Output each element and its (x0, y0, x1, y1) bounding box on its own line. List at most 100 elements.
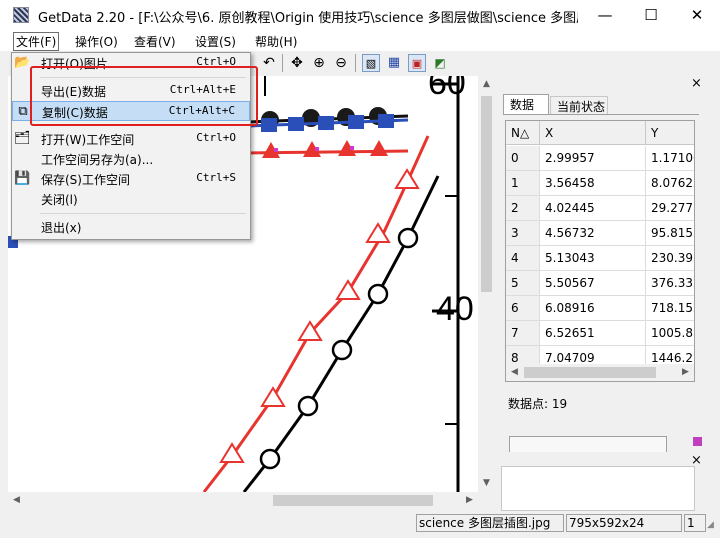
points-count: 数据点: 19 (508, 397, 568, 411)
cell-x[interactable]: 6.52651 (540, 321, 646, 346)
preview-panel: × (497, 453, 707, 511)
canvas-horizontal-scrollbar[interactable]: ◀ ▶ (8, 492, 491, 509)
workspace-icon: 🗂 (14, 131, 31, 146)
table-row[interactable]: 7 6.52651 1005.83 (506, 321, 694, 346)
row-index: 1 (506, 171, 540, 196)
tab-divider (503, 114, 699, 115)
zoom-out-icon[interactable]: ⊖ (332, 54, 350, 72)
preview-area (501, 466, 695, 511)
row-index: 3 (506, 221, 540, 246)
menu-item-shortcut: Ctrl+O (196, 131, 236, 144)
status-filename: science 多图层插图.jpg (416, 514, 564, 532)
tab-data[interactable]: 数据 (503, 94, 549, 114)
row-index: 2 (506, 196, 540, 221)
cell-y[interactable]: 376.332 (646, 271, 694, 296)
status-bar: science 多图层插图.jpg 795x592x24 1 ◢ (0, 512, 720, 538)
scroll-right-icon[interactable]: ▶ (677, 364, 694, 381)
menu-item-close[interactable]: 关闭(l) (12, 189, 250, 209)
minimize-button[interactable]: — (582, 0, 628, 31)
table-scroll-thumb[interactable] (524, 367, 656, 378)
panel-dropdown[interactable] (509, 436, 667, 452)
cell-y[interactable]: 1005.83 (646, 321, 694, 346)
save-icon: 💾 (14, 171, 31, 186)
cell-y[interactable]: 29.277 (646, 196, 694, 221)
row-index: 0 (506, 146, 540, 171)
menu-item-label: 退出(x) (41, 221, 82, 235)
menu-settings[interactable]: 设置(S) (195, 33, 236, 50)
cell-x[interactable]: 3.56458 (540, 171, 646, 196)
menu-help[interactable]: 帮助(H) (255, 33, 297, 50)
table-row[interactable]: 0 2.99957 1.17106 (506, 146, 694, 171)
cell-x[interactable]: 5.13043 (540, 246, 646, 271)
close-button[interactable]: ✕ (674, 0, 720, 31)
column-header-x[interactable]: X (540, 121, 646, 145)
cell-y[interactable]: 1.17106 (646, 146, 694, 171)
column-header-y[interactable]: Y (646, 121, 694, 145)
table-row[interactable]: 5 5.50567 376.332 (506, 271, 694, 296)
menu-item-label: 保存(S)工作空间 (41, 173, 130, 187)
canvas-vertical-scrollbar[interactable]: ▲ ▼ (478, 76, 495, 492)
copy-icon: ⧉ (18, 104, 28, 119)
table-row[interactable]: 2 4.02445 29.277 (506, 196, 694, 221)
status-page: 1 (684, 514, 706, 532)
table-row[interactable]: 4 5.13043 230.393 (506, 246, 694, 271)
menu-operate[interactable]: 操作(O) (75, 33, 118, 50)
cell-x[interactable]: 2.99957 (540, 146, 646, 171)
menu-separator (40, 213, 246, 214)
maximize-button[interactable]: ☐ (628, 0, 674, 31)
pan-icon[interactable]: ✥ (288, 54, 306, 72)
menu-item-exit[interactable]: 退出(x) (12, 217, 250, 237)
menu-item-open-workspace[interactable]: 🗂 打开(W)工作空间 Ctrl+O (12, 129, 250, 149)
data-table[interactable]: N△ X Y 0 2.99957 1.17106 1 3.56458 8.076… (505, 120, 695, 382)
zoom-in-icon[interactable]: ⊕ (310, 54, 328, 72)
menu-bar: 文件(F) 操作(O) 查看(V) 设置(S) 帮助(H) (0, 31, 720, 51)
cell-y[interactable]: 718.152 (646, 296, 694, 321)
row-index: 6 (506, 296, 540, 321)
status-dimensions: 795x592x24 (566, 514, 682, 532)
panel-close-icon[interactable]: × (691, 76, 702, 91)
menu-view[interactable]: 查看(V) (134, 33, 176, 50)
table-row[interactable]: 6 6.08916 718.152 (506, 296, 694, 321)
tab-current-state[interactable]: 当前状态 (550, 96, 608, 114)
color-swatch[interactable] (693, 437, 702, 446)
scroll-up-icon[interactable]: ▲ (478, 76, 495, 93)
menu-item-save-workspace-as[interactable]: 工作空间另存为(a)... (12, 149, 250, 169)
vertical-scroll-thumb[interactable] (481, 96, 492, 292)
scroll-left-icon[interactable]: ◀ (8, 492, 25, 509)
menu-item-label: 关闭(l) (41, 193, 78, 207)
annotation-highlight-box (30, 66, 258, 126)
menu-item-shortcut: Ctrl+S (196, 171, 236, 184)
scroll-left-icon[interactable]: ◀ (506, 364, 523, 381)
scroll-down-icon[interactable]: ▼ (478, 475, 495, 492)
menu-item-save-workspace[interactable]: 💾 保存(S)工作空间 Ctrl+S (12, 169, 250, 189)
column-header-n[interactable]: N△ (506, 121, 540, 145)
app-icon (13, 7, 29, 23)
resize-grip-icon[interactable]: ◢ (707, 520, 714, 530)
cell-x[interactable]: 4.02445 (540, 196, 646, 221)
toolbar-separator (355, 54, 356, 72)
grid-icon[interactable]: ▦ (385, 54, 403, 72)
cell-y[interactable]: 8.07622 (646, 171, 694, 196)
menu-item-label: 工作空间另存为(a)... (41, 153, 154, 167)
cell-y[interactable]: 230.393 (646, 246, 694, 271)
horizontal-scroll-thumb[interactable] (273, 495, 433, 506)
table-row[interactable]: 3 4.56732 95.8153 (506, 221, 694, 246)
cell-x[interactable]: 4.56732 (540, 221, 646, 246)
cell-x[interactable]: 5.50567 (540, 271, 646, 296)
points-view-icon[interactable]: ▣ (408, 54, 426, 72)
table-horizontal-scrollbar[interactable]: ◀ ▶ (506, 364, 694, 381)
tick-label-60: 60 (428, 76, 466, 102)
image-view-icon[interactable]: ▧ (362, 54, 380, 72)
scroll-right-icon[interactable]: ▶ (461, 492, 478, 509)
undo-icon[interactable]: ↶ (260, 54, 278, 72)
cell-x[interactable]: 6.08916 (540, 296, 646, 321)
row-index: 7 (506, 321, 540, 346)
title-bar: GetData 2.20 - [F:\公众号\6. 原创教程\Origin 使用… (0, 0, 720, 31)
row-index: 4 (506, 246, 540, 271)
open-folder-icon: 📂 (14, 55, 31, 70)
table-row[interactable]: 1 3.56458 8.07622 (506, 171, 694, 196)
chart-view-icon[interactable]: ◩ (431, 54, 449, 72)
toolbar-separator (282, 54, 283, 72)
menu-file[interactable]: 文件(F) (13, 32, 60, 51)
cell-y[interactable]: 95.8153 (646, 221, 694, 246)
